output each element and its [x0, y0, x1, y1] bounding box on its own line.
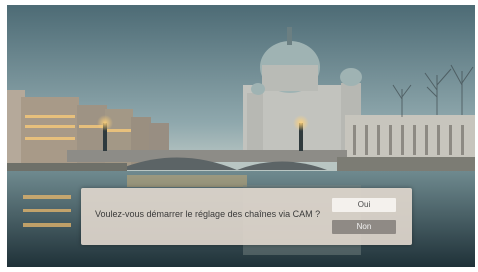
cam-setup-dialog: Voulez-vous démarrer le réglage des chaî… [81, 188, 412, 245]
tv-screen: Voulez-vous démarrer le réglage des chaî… [7, 5, 475, 267]
no-button[interactable]: Non [332, 220, 396, 234]
yes-button[interactable]: Oui [332, 198, 396, 212]
dialog-message: Voulez-vous démarrer le réglage des chaî… [95, 209, 321, 219]
